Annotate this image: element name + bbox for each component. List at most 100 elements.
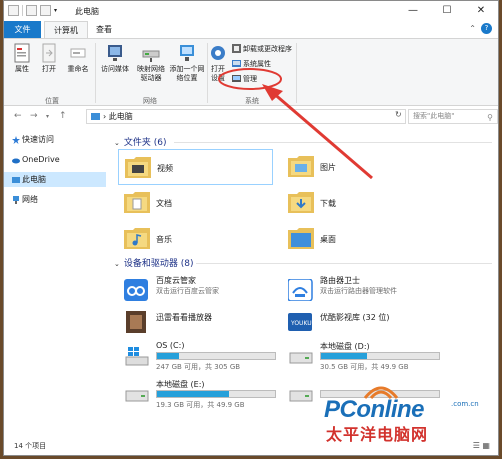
map-drive-button[interactable]: 映射网络驱动器 [134,43,168,83]
add-network-location-label: 添加一个网络位置 [169,65,205,82]
window-controls: — ☐ ✕ [396,1,498,21]
hard-drive-icon [125,390,149,402]
videos-folder-icon [125,157,151,178]
folder-label: 桌面 [320,235,336,244]
add-network-location-button[interactable]: 添加一个网络位置 [169,43,205,83]
rename-button[interactable]: 重命名 [64,43,92,74]
open-icon [42,43,56,63]
group-divider [174,142,492,143]
folders-group-header[interactable]: ⌄ 文件夹 (6) [114,135,167,148]
access-media-label: 访问媒体 [101,65,129,73]
drive-free-space: 19.3 GB 可用，共 49.9 GB [156,401,245,409]
system-properties-button[interactable]: 系统属性 [232,59,271,70]
app-subtitle: 双击运行路由器管理软件 [320,287,397,295]
nav-item-network[interactable]: 网络 [4,192,106,207]
folder-item-documents[interactable]: 文档 [118,185,273,221]
address-bar[interactable]: › 此电脑 [86,109,406,124]
drive-usage-fill [157,391,229,397]
desktop-folder-icon [288,228,314,249]
router-icon [288,279,313,301]
drive-item-d[interactable]: 本地磁盘 (D:) 30.5 GB 可用，共 49.9 GB [282,341,442,373]
ribbon-expand-icon[interactable]: ⌃ [469,24,476,33]
cloud-icon [12,158,20,164]
navigation-pane: 快速访问 OneDrive 此电脑 网络 [4,129,109,439]
svg-text:YOUKU: YOUKU [290,320,312,327]
folder-item-music[interactable]: 音乐 [118,221,273,257]
programs-icon [232,44,241,53]
open-button[interactable]: 打开 [37,43,61,74]
help-icon[interactable]: ? [481,23,492,34]
folder-qat-icon[interactable] [40,5,51,16]
properties-button[interactable]: 属性 [10,43,34,74]
title-bar: ▾ 此电脑 — ☐ ✕ [4,1,498,21]
nav-label: 快速访问 [22,135,54,144]
tab-view[interactable]: 查看 [90,21,118,38]
window-title: 此电脑 [75,7,99,16]
back-button[interactable]: ← [14,111,22,121]
windows-drive-icon [125,347,149,366]
nav-label: 此电脑 [22,175,46,184]
app-item-xunlei-kankan[interactable]: 迅雷看看播放器 [118,307,278,339]
qat-separator [22,5,23,16]
youku-icon: YOUKU [288,313,312,331]
nav-item-quick-access[interactable]: 快速访问 [4,132,106,147]
ribbon-separator [95,43,96,103]
quick-access-toolbar: ▾ [8,5,61,16]
uninstall-programs-button[interactable]: 卸载或更改程序 [232,44,292,55]
ribbon: 属性 打开 重命名 位置 访问媒体 映射网络驱动器 添加一个网络位置 网络 打开… [4,38,498,106]
forward-button[interactable]: → [30,111,38,121]
pictures-folder-icon [288,156,314,177]
minimize-button[interactable]: — [396,1,430,21]
drive-free-space: 30.5 GB 可用，共 49.9 GB [320,363,409,371]
network-group-label: 网络 [143,97,157,105]
folder-item-downloads[interactable]: 下载 [282,185,437,221]
drive-item-e[interactable]: 本地磁盘 (E:) 19.3 GB 可用，共 49.9 GB [118,379,278,411]
ribbon-tabs: 文件 计算机 查看 ⌃ ? [4,21,498,38]
nav-item-onedrive[interactable]: OneDrive [4,152,106,167]
media-icon [108,45,122,61]
close-button[interactable]: ✕ [464,1,498,21]
nav-label: OneDrive [22,155,60,164]
folder-item-pictures[interactable]: 图片 [282,149,437,185]
folder-label: 音乐 [156,235,172,244]
drive-name: 本地磁盘 (D:) [320,342,370,351]
app-item-youku[interactable]: YOUKU 优酷影视库 (32 位) [282,307,442,339]
access-media-button[interactable]: 访问媒体 [98,43,132,74]
nav-label: 网络 [22,195,38,204]
network-icon [13,196,19,204]
drive-usage-fill [157,353,180,359]
folder-item-videos[interactable]: 视频 [118,149,273,185]
address-path: 此电脑 [108,112,133,121]
app-item-baidu-cloud[interactable]: 百度云管家 双击运行百度云管家 [118,275,278,307]
properties-icon [14,43,30,63]
settings-gear-icon [211,46,225,60]
recent-locations-icon[interactable]: ▾ [46,113,49,120]
devices-group-header[interactable]: ⌄ 设备和驱动器 (8) [114,256,194,269]
drive-usage-bar [156,390,276,398]
folder-label: 下载 [320,199,336,208]
app-name: 百度云管家 [156,276,196,285]
app-item-router-guard[interactable]: 路由器卫士 双击运行路由器管理软件 [282,275,442,307]
manage-button[interactable]: 管理 [232,74,257,85]
pconline-watermark: PConline .com.cn 太平洋电脑网 [321,380,491,444]
search-input[interactable]: 搜索"此电脑" ⚲ [408,109,498,124]
address-row: ← → ▾ ↑ › 此电脑 ↻ 搜索"此电脑" ⚲ [4,107,498,127]
folder-item-desktop[interactable]: 桌面 [282,221,437,257]
tab-computer[interactable]: 计算机 [44,21,88,38]
drive-item-c[interactable]: OS (C:) 247 GB 可用，共 305 GB [118,341,278,373]
properties-qat-icon[interactable] [8,5,19,16]
open-settings-button[interactable]: 打开设置 [208,43,228,83]
maximize-button[interactable]: ☐ [430,1,464,21]
check-qat-icon[interactable] [26,5,37,16]
search-icon: ⚲ [487,113,493,122]
watermark-domain: .com.cn [451,400,479,408]
open-settings-label: 打开设置 [211,65,225,82]
view-toggle-icons[interactable]: ☰ ▦ [473,441,490,450]
dropdown-qat-icon[interactable]: ▾ [54,5,61,16]
up-button[interactable]: ↑ [59,111,67,121]
tab-file[interactable]: 文件 [4,21,41,38]
group-divider [196,263,492,264]
system-properties-label: 系统属性 [243,60,271,68]
refresh-icon[interactable]: ↻ [395,110,402,119]
nav-item-this-pc[interactable]: 此电脑 [4,172,106,187]
